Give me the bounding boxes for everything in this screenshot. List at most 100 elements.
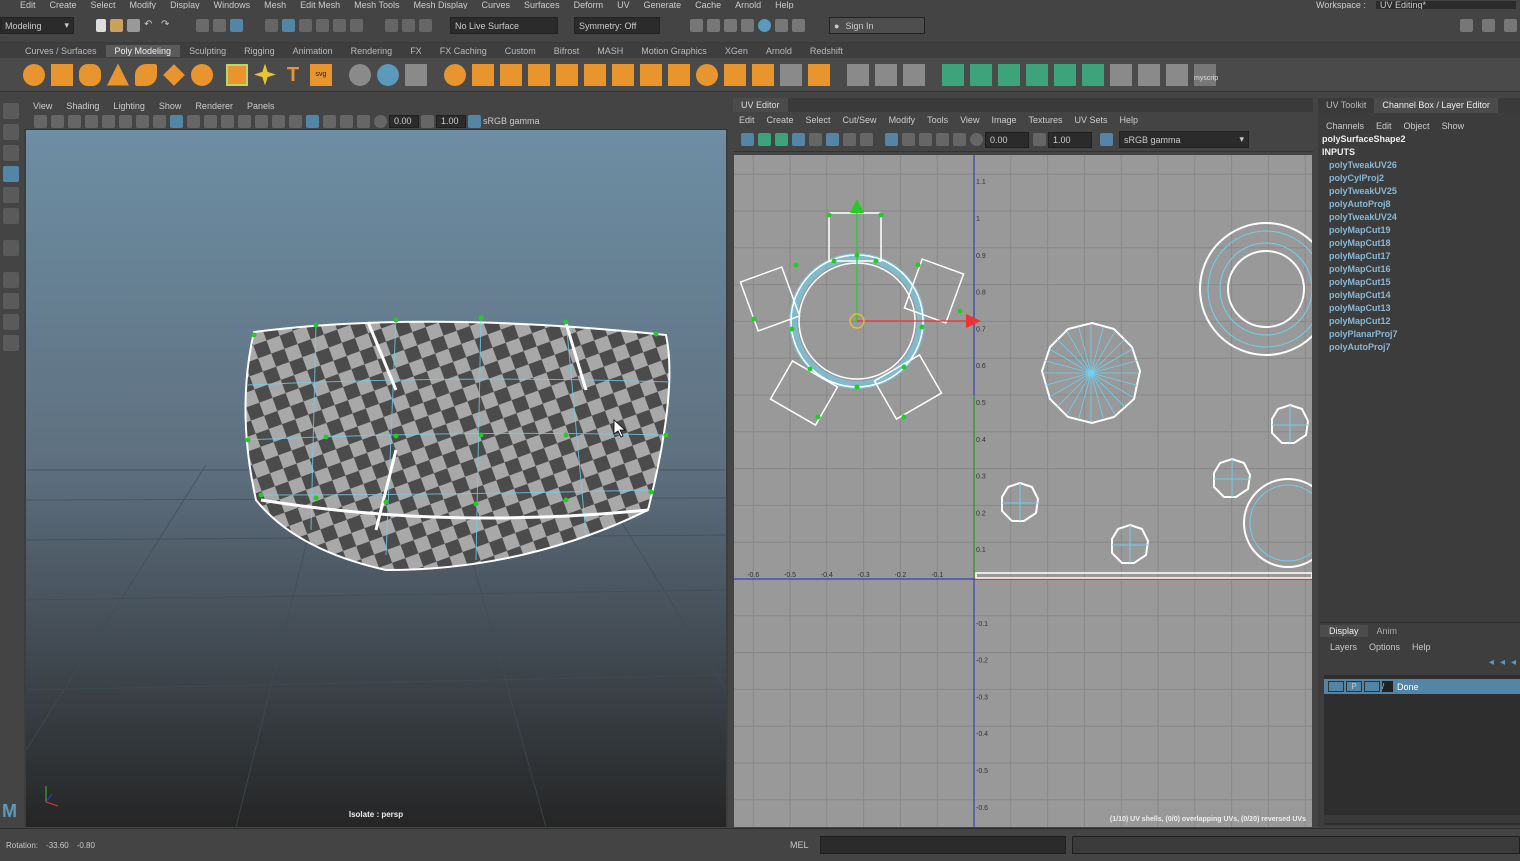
layer-display-type-toggle[interactable] — [1364, 681, 1380, 692]
uv-menu-view[interactable]: View — [960, 115, 979, 125]
channel-menu-show[interactable]: Show — [1442, 121, 1465, 131]
poly-cone-icon[interactable] — [107, 63, 129, 86]
uv-cut-icon[interactable] — [1110, 63, 1132, 86]
layer-playback-toggle[interactable]: P — [1346, 681, 1362, 692]
ambient-occlusion-icon[interactable] — [255, 114, 268, 128]
uv-snapshot-icon[interactable] — [860, 133, 873, 146]
menu-mesh[interactable]: Mesh — [264, 0, 286, 9]
shelf-tab-animation[interactable]: Animation — [284, 45, 342, 57]
uv-shell-ring-large[interactable] — [1199, 222, 1333, 356]
workspace-dropdown[interactable]: UV Editing* — [1376, 0, 1516, 9]
combine-icon[interactable] — [444, 63, 466, 86]
modeling-toolkit-icon[interactable] — [1482, 19, 1495, 32]
platonic-solid-icon[interactable] — [226, 63, 248, 86]
menu-modify[interactable]: Modify — [130, 0, 157, 9]
poly-sphere-icon[interactable] — [23, 63, 45, 86]
uv-color-space-dropdown[interactable]: sRGB gamma ▾ — [1119, 131, 1249, 148]
input-node[interactable]: polyCylProj2 — [1329, 172, 1520, 185]
rotate-tool-icon[interactable] — [3, 187, 19, 203]
viewport-scene[interactable] — [25, 130, 727, 828]
mel-label[interactable]: MEL — [790, 840, 809, 850]
viewport-menu-view[interactable]: View — [33, 101, 52, 111]
layer-tab-anim[interactable]: Anim — [1368, 625, 1407, 637]
mode-dropdown[interactable]: Modeling ▾ — [0, 17, 74, 34]
shelf-tab-curves-surfaces[interactable]: Curves / Surfaces — [16, 45, 106, 57]
uv-image-display-icon[interactable] — [885, 133, 898, 146]
channel-menu-edit[interactable]: Edit — [1376, 121, 1392, 131]
select-tool-icon[interactable] — [3, 103, 19, 119]
tab-uv-toolkit[interactable]: UV Toolkit — [1318, 98, 1374, 113]
type-tool-icon[interactable]: T — [282, 64, 304, 86]
color-management-icon[interactable] — [468, 114, 481, 128]
uv-grid-icon[interactable] — [1166, 63, 1188, 86]
viewport-menu-show[interactable]: Show — [159, 101, 182, 111]
shelf-tab-bifrost[interactable]: Bifrost — [545, 45, 589, 57]
input-node[interactable]: polyMapCut13 — [1329, 302, 1520, 315]
mirror-geometry-icon[interactable] — [612, 63, 634, 86]
film-gate-icon[interactable] — [119, 114, 132, 128]
uv-sew-icon[interactable] — [1138, 63, 1160, 86]
uv-pin-icon[interactable] — [775, 133, 788, 146]
viewport-canvas[interactable]: Isolate : persp — [25, 130, 727, 828]
viewport-menu-shading[interactable]: Shading — [66, 101, 99, 111]
input-node[interactable]: polyPlanarProj7 — [1329, 328, 1520, 341]
input-node[interactable]: polyTweakUV24 — [1329, 211, 1520, 224]
shape-node[interactable]: polySurfaceShape2 — [1322, 133, 1520, 146]
snowflake-icon[interactable] — [405, 63, 427, 86]
scale-tool-icon[interactable] — [3, 208, 19, 224]
sign-in-button[interactable]: ● Sign In — [829, 17, 925, 34]
input-node[interactable]: polyMapCut19 — [1329, 224, 1520, 237]
shelf-tab-fx-caching[interactable]: FX Caching — [431, 45, 496, 57]
pencil-icon[interactable]: / — [1382, 681, 1393, 692]
snap-point-icon[interactable] — [299, 19, 312, 32]
menu-mesh-display[interactable]: Mesh Display — [414, 0, 468, 9]
fill-hole-icon[interactable] — [780, 63, 802, 86]
open-scene-icon[interactable] — [110, 19, 123, 32]
uv-spherical-icon[interactable] — [998, 63, 1020, 86]
input-node[interactable]: polyMapCut12 — [1329, 315, 1520, 328]
poly-cube-icon[interactable] — [51, 63, 73, 86]
move-tool-icon[interactable] — [3, 166, 19, 182]
uv-grid-toggle-icon[interactable] — [792, 133, 805, 146]
new-scene-icon[interactable] — [96, 19, 106, 32]
connect-icon[interactable] — [903, 63, 925, 86]
live-surface-dropdown[interactable]: No Live Surface — [450, 17, 558, 34]
append-polygon-icon[interactable] — [808, 63, 830, 86]
measure-tool-icon[interactable] — [349, 63, 371, 86]
uv-planar-icon[interactable] — [942, 63, 964, 86]
shelf-tab-fx[interactable]: FX — [401, 45, 431, 57]
arnold-render-icon[interactable] — [775, 19, 788, 32]
xray-icon[interactable] — [323, 114, 336, 128]
two-pane-icon[interactable] — [3, 314, 19, 330]
perspective-viewport[interactable]: View Shading Lighting Show Renderer Panels 0.… — [24, 98, 728, 828]
layer-visibility-toggle[interactable] — [1328, 681, 1344, 692]
select-component-icon[interactable] — [230, 19, 243, 32]
lasso-tool-icon[interactable] — [3, 124, 19, 140]
command-line-input[interactable] — [820, 836, 1066, 854]
mirror-icon[interactable] — [377, 63, 399, 86]
camera-attributes-icon[interactable] — [51, 114, 64, 128]
smooth-shade-icon[interactable] — [170, 114, 183, 128]
reduce-icon[interactable] — [584, 63, 606, 86]
shelf-tab-redshift[interactable]: Redshift — [801, 45, 852, 57]
smooth-icon[interactable] — [556, 63, 578, 86]
xray-joints-icon[interactable] — [340, 114, 353, 128]
viewport-menu-renderer[interactable]: Renderer — [195, 101, 233, 111]
wireframe-on-shaded-icon[interactable] — [187, 114, 200, 128]
menu-select[interactable]: Select — [91, 0, 116, 9]
last-tool-icon[interactable] — [3, 240, 19, 256]
input-node[interactable]: polyTweakUV26 — [1329, 159, 1520, 172]
output-ops-icon[interactable] — [402, 19, 415, 32]
move-layer-up-icon[interactable]: ◂ — [1489, 657, 1494, 668]
poly-cylinder-icon[interactable] — [79, 63, 101, 86]
grid-toggle-icon[interactable] — [102, 114, 115, 128]
render-frame-icon[interactable] — [690, 19, 703, 32]
input-node[interactable]: polyTweakUV25 — [1329, 185, 1520, 198]
uv-cylindrical-icon[interactable] — [970, 63, 992, 86]
separate-icon[interactable] — [472, 63, 494, 86]
channel-menu-object[interactable]: Object — [1404, 121, 1430, 131]
uv-select-shell-icon[interactable] — [741, 133, 754, 146]
input-node[interactable]: polyMapCut17 — [1329, 250, 1520, 263]
uv-automatic-icon[interactable] — [1026, 63, 1048, 86]
construction-history-icon[interactable] — [419, 19, 432, 32]
